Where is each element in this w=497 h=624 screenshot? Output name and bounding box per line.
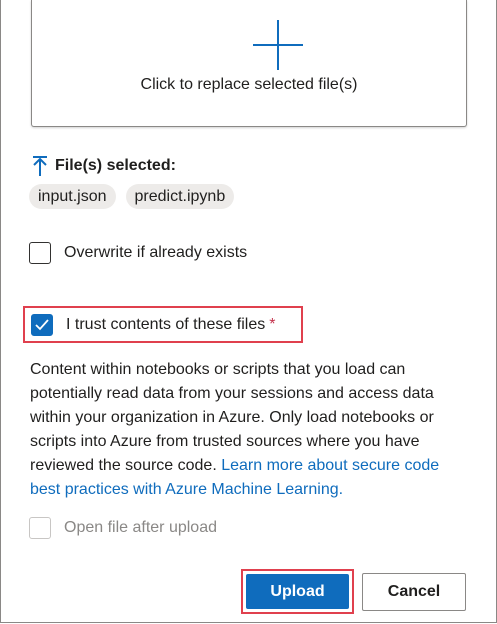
file-dropzone[interactable]: Click to replace selected file(s) <box>31 0 467 127</box>
files-selected-label: File(s) selected: <box>55 157 176 174</box>
trust-option[interactable]: I trust contents of these files * <box>23 306 303 343</box>
upload-button[interactable]: Upload <box>246 574 349 609</box>
open-file-label: Open file after upload <box>64 519 217 536</box>
overwrite-checkbox[interactable] <box>29 242 51 264</box>
required-indicator: * <box>269 315 276 333</box>
dropzone-label: Click to replace selected file(s) <box>140 76 358 93</box>
overwrite-option[interactable]: Overwrite if already exists <box>29 242 247 264</box>
selected-files-list: input.json predict.ipynb <box>29 184 235 209</box>
cancel-button[interactable]: Cancel <box>362 573 466 611</box>
trust-checkbox[interactable] <box>31 313 53 336</box>
up-arrow-icon <box>33 156 47 176</box>
trust-description: Content within notebooks or scripts that… <box>30 358 460 502</box>
plus-icon <box>253 20 303 70</box>
upload-panel: Click to replace selected file(s) File(s… <box>0 0 497 623</box>
overwrite-label: Overwrite if already exists <box>64 244 248 261</box>
trust-label: I trust contents of these files <box>66 315 266 333</box>
open-file-checkbox[interactable] <box>29 517 51 539</box>
file-chip: input.json <box>29 184 116 209</box>
files-selected-heading: File(s) selected: <box>31 155 176 177</box>
checkmark-icon <box>35 318 49 330</box>
file-chip: predict.ipynb <box>125 184 235 209</box>
open-file-option[interactable]: Open file after upload <box>29 517 217 539</box>
